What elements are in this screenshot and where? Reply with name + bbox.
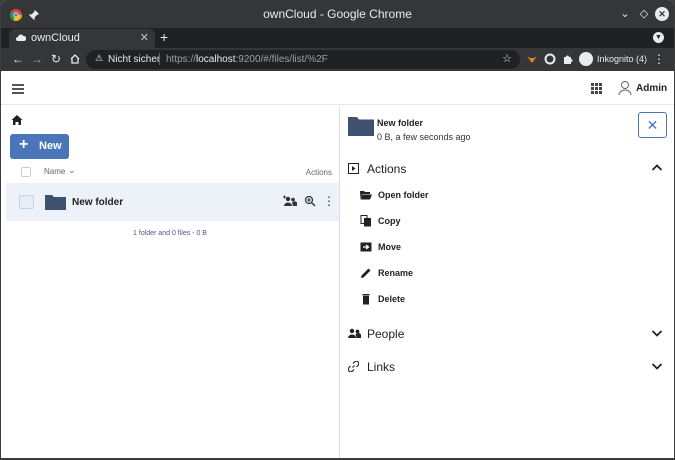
tab-strip: ownCloud ✕ + ▼ (1, 28, 674, 48)
hamburger-menu-icon[interactable] (12, 84, 24, 94)
file-name[interactable]: New folder (72, 197, 123, 208)
copy-icon (360, 215, 371, 227)
action-label: Copy (378, 216, 401, 226)
actions-section-header[interactable]: Actions (340, 160, 674, 178)
close-window-icon[interactable]: ✕ (655, 7, 669, 21)
browser-window: ownCloud - Google Chrome ⌄ ◇ ✕ ownCloud … (1, 0, 674, 458)
links-section-header[interactable]: Links (340, 358, 674, 376)
forward-icon[interactable]: → (30, 52, 44, 66)
sidebar-subtitle: 0 B, a few seconds ago (377, 132, 471, 142)
details-sidebar: New folder 0 B, a few seconds ago ✕ Acti… (339, 106, 674, 458)
reload-icon[interactable]: ↻ (49, 52, 63, 66)
people-section-title: People (367, 327, 405, 341)
trash-icon (362, 294, 370, 305)
extension-circle-icon[interactable] (544, 53, 556, 65)
omnibox-divider (159, 53, 160, 65)
bookmark-star-icon[interactable]: ☆ (502, 52, 512, 65)
user-avatar-icon[interactable] (618, 80, 632, 96)
folder-open-icon (360, 191, 372, 200)
file-table-header: Name ⌄ Actions (1, 163, 339, 181)
app-header: Admin (1, 71, 674, 105)
url-text[interactable]: https://localhost:9200/#/files/list/%2F (166, 54, 328, 65)
window-titlebar: ownCloud - Google Chrome ⌄ ◇ ✕ (1, 0, 674, 28)
actions-section-title: Actions (367, 162, 407, 176)
url-scheme: https:// (166, 54, 197, 65)
warning-icon[interactable]: ⚠ (95, 53, 103, 64)
action-delete[interactable]: Delete (340, 291, 674, 307)
folder-icon (45, 195, 66, 210)
extension-fox-icon[interactable] (526, 53, 538, 65)
minimize-icon[interactable]: ⌄ (618, 7, 632, 21)
links-section-title: Links (367, 360, 396, 374)
chevron-up-icon[interactable] (651, 162, 663, 174)
maximize-icon[interactable]: ◇ (637, 7, 651, 21)
url-path: :9200/#/files/list/%2F (235, 54, 328, 65)
back-icon[interactable]: ← (11, 52, 25, 66)
incognito-icon (579, 52, 593, 66)
row-menu-icon[interactable]: ⋮ (322, 194, 336, 208)
file-summary: 1 folder and 0 files - 0 B (133, 230, 207, 237)
extensions-puzzle-icon[interactable] (562, 53, 574, 65)
sidebar-folder-icon (348, 117, 374, 136)
action-rename[interactable]: Rename (340, 265, 674, 281)
action-label: Delete (378, 294, 406, 304)
link-add-icon[interactable] (303, 194, 317, 208)
action-label: Rename (378, 268, 414, 278)
column-name[interactable]: Name (44, 167, 65, 176)
select-all-checkbox[interactable] (21, 167, 31, 177)
column-actions: Actions (305, 168, 332, 177)
url-host: localhost (196, 54, 236, 65)
link-icon (348, 361, 359, 372)
action-open-folder[interactable]: Open folder (340, 187, 674, 203)
breadcrumb-home-icon[interactable] (11, 114, 23, 126)
move-icon (360, 242, 372, 252)
address-bar[interactable]: ⚠ Nicht sicher https://localhost:9200/#/… (86, 50, 520, 69)
tab-title: ownCloud (31, 32, 80, 44)
chevron-down-icon[interactable] (651, 360, 663, 372)
tab-close-icon[interactable]: ✕ (140, 31, 149, 44)
share-people-icon[interactable] (283, 194, 297, 208)
people-section-header[interactable]: People (340, 325, 674, 343)
row-checkbox[interactable] (19, 195, 34, 209)
new-button-label: New (39, 140, 62, 152)
tab-owncloud[interactable]: ownCloud ✕ (9, 29, 155, 48)
table-row[interactable]: New folder ⋮ (6, 183, 339, 221)
window-title: ownCloud - Google Chrome (263, 7, 412, 21)
home-browser-icon[interactable] (68, 53, 82, 65)
pencil-icon (361, 268, 371, 278)
close-sidebar-button[interactable]: ✕ (638, 112, 667, 138)
action-move[interactable]: Move (340, 239, 674, 255)
action-copy[interactable]: Copy (340, 213, 674, 229)
owncloud-favicon-icon (16, 34, 26, 41)
sidebar-title: New folder (377, 118, 424, 128)
people-icon (348, 328, 361, 338)
incognito-label: Inkognito (4) (597, 54, 648, 64)
plus-icon: + (19, 136, 29, 153)
tab-search-icon[interactable]: ▼ (653, 32, 664, 43)
username[interactable]: Admin (636, 83, 667, 94)
action-label: Move (378, 242, 402, 252)
new-tab-button[interactable]: + (160, 29, 168, 45)
browser-toolbar: ← → ↻ ⚠ Nicht sicher https://localhost:9… (1, 48, 674, 71)
action-label: Open folder (378, 190, 429, 200)
file-list-pane: + New Name ⌄ Actions New folder ⋮ 1 fold… (1, 106, 339, 458)
sort-chevron-down-icon[interactable]: ⌄ (68, 165, 76, 176)
actions-icon (348, 163, 359, 174)
chevron-down-icon[interactable] (651, 327, 663, 339)
app-switcher-icon[interactable] (591, 83, 602, 94)
security-label[interactable]: Nicht sicher (108, 54, 160, 65)
browser-menu-icon[interactable]: ⋮ (653, 52, 665, 66)
new-button[interactable]: + New (10, 134, 69, 159)
